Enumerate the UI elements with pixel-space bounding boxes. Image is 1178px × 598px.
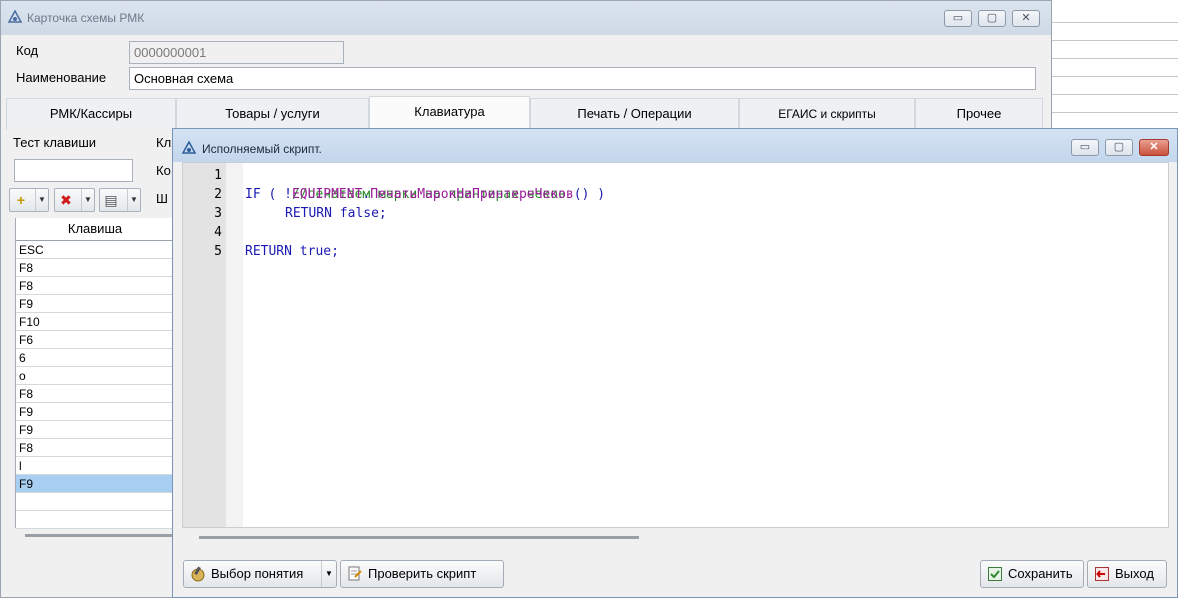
- code-value: false;: [331, 206, 387, 221]
- print-dropdown-arrow-icon[interactable]: ▼: [127, 189, 140, 211]
- code-punct: ( !: [260, 187, 292, 202]
- partial-label-shortcut: Ш: [156, 191, 168, 206]
- table-row[interactable]: o: [16, 367, 174, 385]
- tab-goods-services[interactable]: Товары / услуги: [176, 98, 369, 130]
- tab-print-operations[interactable]: Печать / Операции: [530, 98, 739, 130]
- choose-concept-label: Выбор понятия: [211, 566, 304, 581]
- save-label: Сохранить: [1008, 566, 1073, 581]
- app-icon: [181, 140, 197, 155]
- dialog-minimize-button[interactable]: ▭: [1071, 139, 1099, 156]
- code-line-2: IF ( !EQUIPMENT.ПечатьМарокНаПринтереЧек…: [245, 185, 605, 204]
- app-icon: [7, 9, 23, 24]
- line-number: 3: [214, 206, 222, 221]
- partial-label-key: Кл: [156, 135, 172, 150]
- partial-label-code: Ко: [156, 163, 171, 178]
- table-row[interactable]: F8: [16, 385, 174, 403]
- dialog-close-button[interactable]: ✕: [1139, 139, 1169, 156]
- code-value: true;: [291, 244, 339, 259]
- save-icon: [987, 566, 1003, 582]
- tab-keyboard[interactable]: Клавиатура: [369, 96, 530, 131]
- minimize-icon: ▭: [1079, 141, 1091, 153]
- line-number: 2: [214, 187, 222, 202]
- table-row[interactable]: ESC: [16, 241, 174, 259]
- code-line-5: RETURN true;: [245, 242, 339, 261]
- code-line-3: RETURN false;: [285, 204, 387, 223]
- code-label: Код: [16, 43, 39, 58]
- concept-icon: [190, 566, 206, 582]
- code-keyword: IF: [245, 187, 261, 202]
- printer-icon: ▤: [104, 192, 118, 208]
- delete-key-button[interactable]: ✖ ▼: [54, 188, 95, 212]
- line-number: 4: [214, 225, 222, 240]
- print-key-button[interactable]: ▤ ▼: [99, 188, 141, 212]
- background-window: [1052, 0, 1178, 130]
- code-method: ПечатьМарокНаПринтереЧеков: [370, 187, 574, 202]
- exit-icon: [1094, 566, 1110, 582]
- table-row[interactable]: F9: [16, 295, 174, 313]
- save-button[interactable]: Сохранить: [980, 560, 1084, 588]
- maximize-icon: ▢: [1113, 141, 1125, 153]
- tab-egais-scripts[interactable]: ЕГАИС и скрипты: [739, 98, 915, 130]
- table-row[interactable]: F9: [16, 421, 174, 439]
- table-row[interactable]: F8: [16, 259, 174, 277]
- table-row[interactable]: F8: [16, 277, 174, 295]
- choose-concept-button[interactable]: Выбор понятия ▼: [183, 560, 337, 588]
- keys-table-scrollbar[interactable]: [25, 534, 175, 537]
- table-row[interactable]: F8: [16, 439, 174, 457]
- code-field[interactable]: 0000000001: [129, 41, 344, 64]
- dialog-title: Исполняемый скрипт.: [202, 142, 322, 156]
- dialog-titlebar: Исполняемый скрипт. ▭ ▢ ✕: [173, 129, 1177, 162]
- exit-button[interactable]: Выход: [1087, 560, 1167, 588]
- code-punct: () ): [573, 187, 606, 202]
- code-keyword: RETURN: [245, 244, 292, 259]
- name-label: Наименование: [16, 70, 107, 85]
- dialog-maximize-button[interactable]: ▢: [1105, 139, 1133, 156]
- script-editor[interactable]: 1 2 3 4 5 //печатаем марки на принтерах …: [182, 162, 1169, 528]
- tab-other[interactable]: Прочее: [915, 98, 1043, 130]
- test-key-label: Тест клавиши: [13, 135, 97, 150]
- table-row[interactable]: F10: [16, 313, 174, 331]
- table-row[interactable]: [16, 511, 174, 529]
- close-button[interactable]: ✕: [1012, 10, 1040, 27]
- maximize-icon: ▢: [986, 12, 998, 24]
- delete-dropdown-arrow-icon[interactable]: ▼: [81, 189, 94, 211]
- add-icon: +: [16, 192, 26, 208]
- name-field[interactable]: Основная схема: [129, 67, 1036, 90]
- line-number: 1: [214, 168, 222, 183]
- test-key-input[interactable]: [14, 159, 133, 182]
- maximize-button[interactable]: ▢: [978, 10, 1006, 27]
- code-keyword: RETURN: [285, 206, 332, 221]
- main-titlebar: Карточка схемы РМК ▭ ▢ ✕: [1, 1, 1051, 35]
- check-script-icon: [347, 566, 363, 582]
- script-dialog: Исполняемый скрипт. ▭ ▢ ✕ 1 2 3 4 5 //пе…: [172, 128, 1178, 598]
- add-dropdown-arrow-icon[interactable]: ▼: [35, 189, 48, 211]
- fold-margin: [226, 163, 243, 527]
- close-icon: ✕: [1021, 12, 1031, 24]
- table-row[interactable]: l: [16, 457, 174, 475]
- keys-table: Клавиша ESC F8 F8 F9 F10 F6 6 o F8 F9 F9 F8 l F9: [15, 218, 174, 529]
- add-key-button[interactable]: + ▼: [9, 188, 49, 212]
- table-row[interactable]: F9: [16, 403, 174, 421]
- check-script-label: Проверить скрипт: [368, 566, 477, 581]
- table-row[interactable]: F6: [16, 331, 174, 349]
- minimize-icon: ▭: [952, 12, 964, 24]
- line-number: 5: [214, 244, 222, 259]
- exit-label: Выход: [1115, 566, 1154, 581]
- close-icon: ✕: [1149, 141, 1159, 153]
- minimize-button[interactable]: ▭: [944, 10, 972, 27]
- check-script-button[interactable]: Проверить скрипт: [340, 560, 504, 588]
- main-window-title: Карточка схемы РМК: [27, 11, 145, 25]
- editor-horizontal-scrollbar[interactable]: [199, 536, 639, 539]
- table-row[interactable]: F9: [16, 475, 174, 493]
- table-row[interactable]: [16, 493, 174, 511]
- line-number-gutter: 1 2 3 4 5: [183, 163, 226, 527]
- delete-icon: ✖: [60, 192, 72, 208]
- keys-table-header[interactable]: Клавиша: [16, 218, 174, 241]
- table-row[interactable]: 6: [16, 349, 174, 367]
- choose-concept-dropdown-icon[interactable]: ▼: [321, 561, 336, 587]
- tab-rmk-cashiers[interactable]: РМК/Кассиры: [6, 98, 176, 130]
- code-object: EQUIPMENT: [291, 187, 363, 202]
